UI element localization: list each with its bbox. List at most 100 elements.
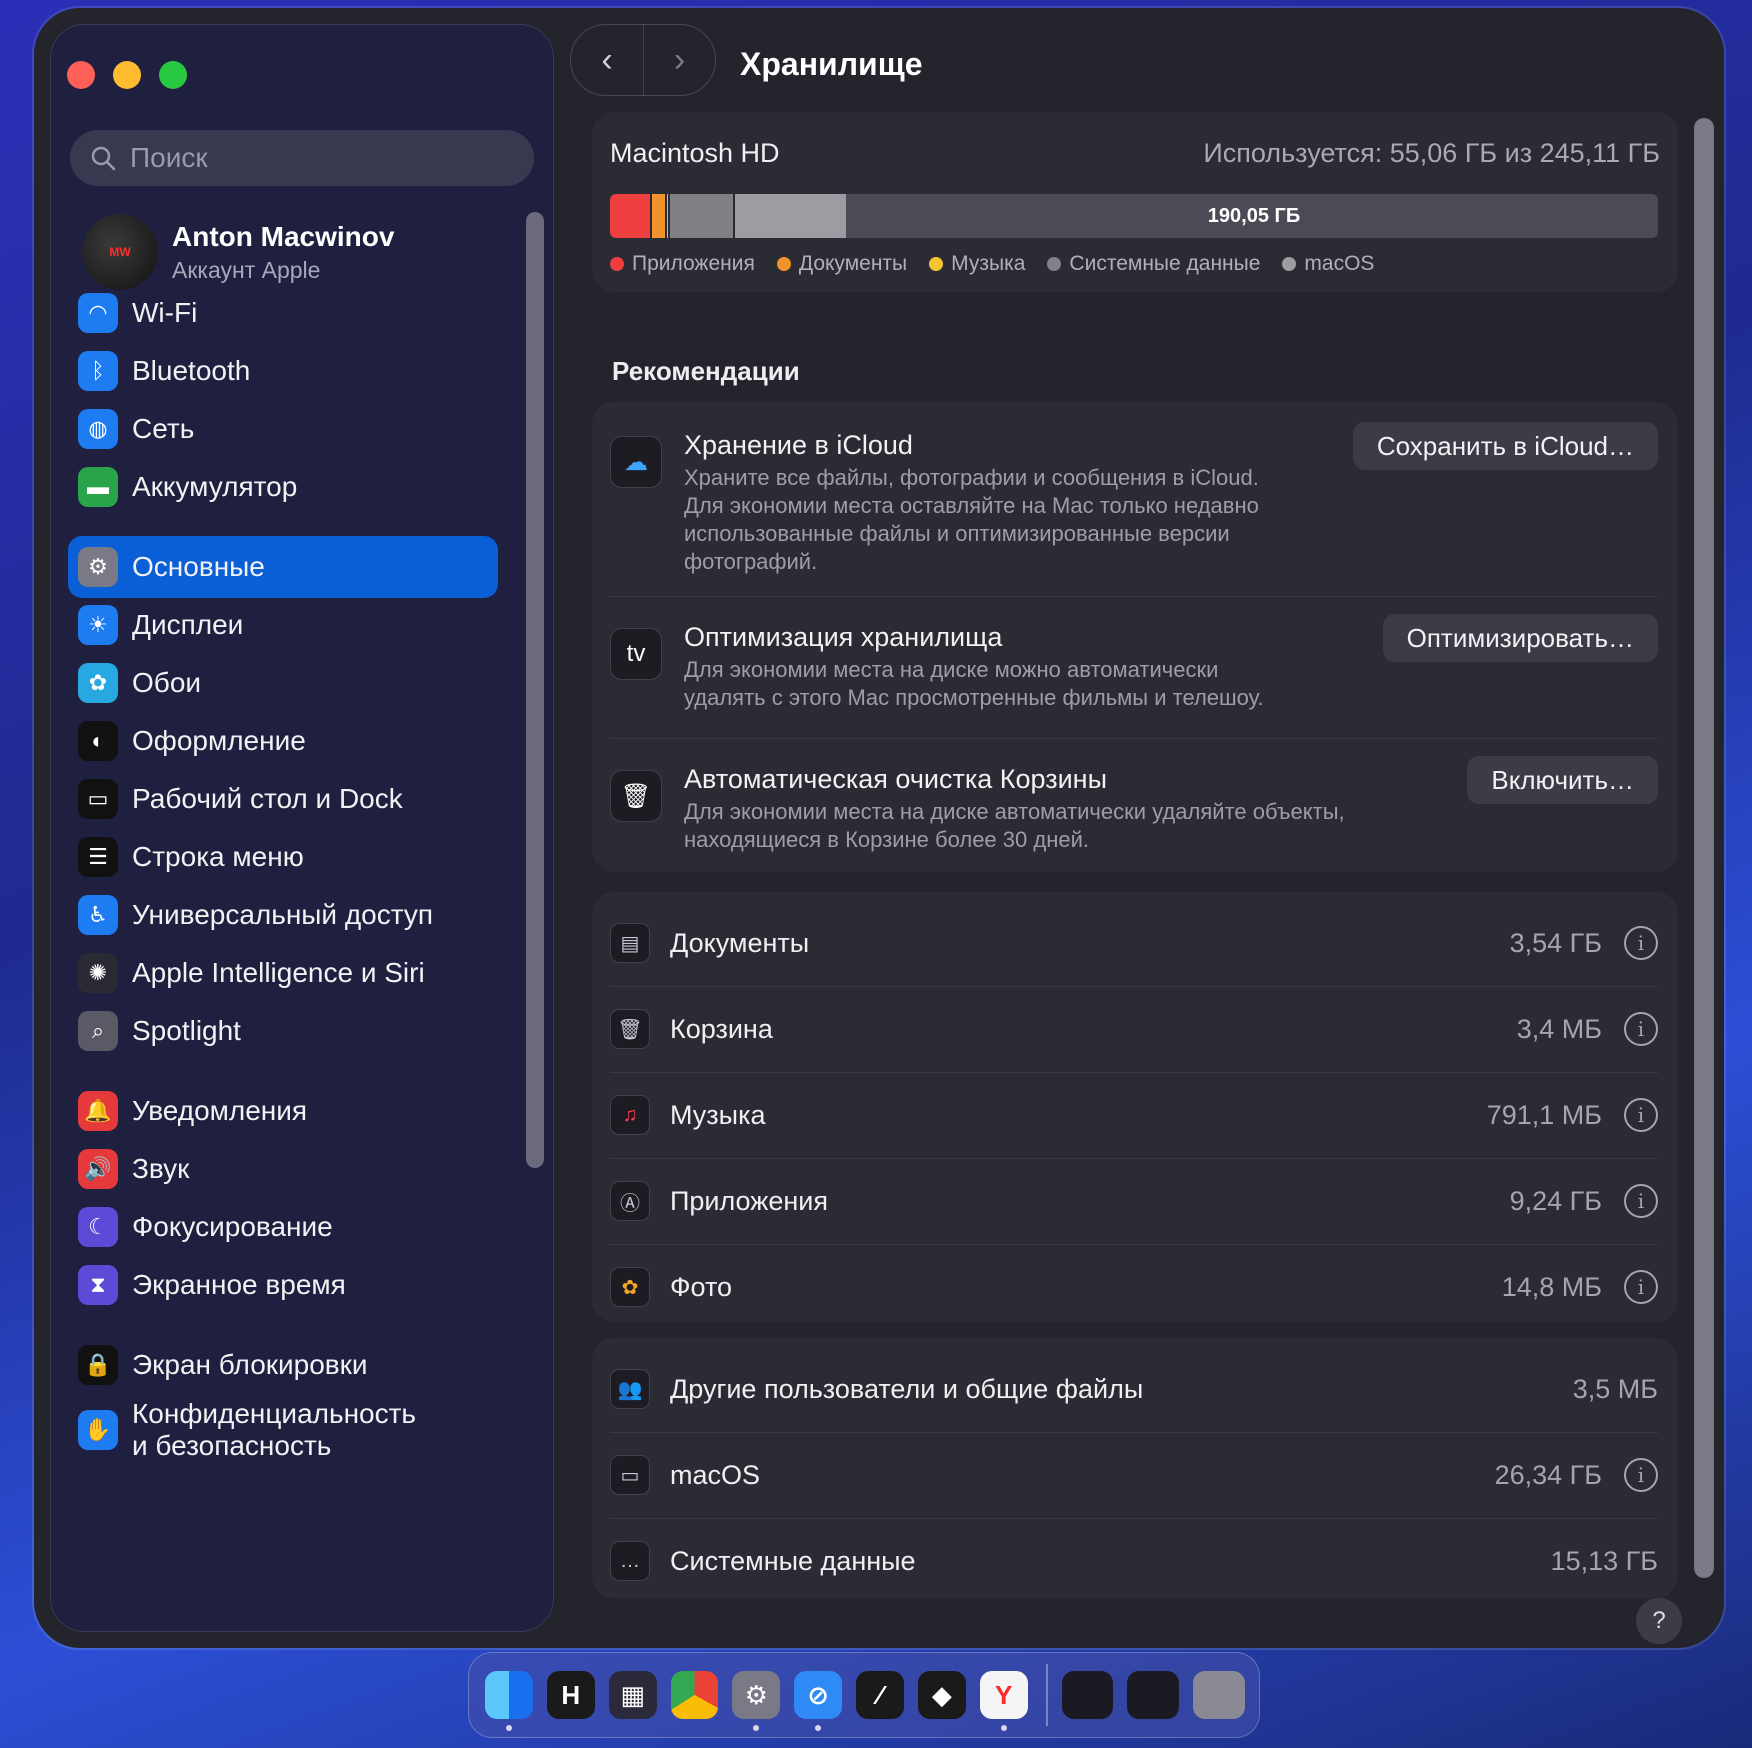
row-label: Документы xyxy=(670,927,810,958)
sidebar-item-wifi[interactable]: ◠ Wi-Fi xyxy=(68,282,498,344)
legend-label: Документы xyxy=(798,252,908,275)
sidebar-item-lock[interactable]: 🔒 Экран блокировки xyxy=(68,1334,498,1396)
recommendation-button[interactable]: Оптимизировать… xyxy=(1382,614,1658,662)
sidebar-item-bluetooth[interactable]: ᛒ Bluetooth xyxy=(68,340,498,402)
sidebar-item-hand[interactable]: ✋ Конфиденциальность и безопасность xyxy=(68,1394,498,1466)
sidebar-item-dock[interactable]: ▭ Рабочий стол и Dock xyxy=(68,768,498,830)
photos-icon: ✿ xyxy=(610,1267,650,1307)
flower-icon: ✿ xyxy=(78,663,118,703)
sidebar-item-flower[interactable]: ✿ Обои xyxy=(68,652,498,714)
diamond-app-icon[interactable]: ◆ xyxy=(917,1671,966,1719)
battery-icon: ▬ xyxy=(78,467,118,507)
running-indicator xyxy=(753,1725,760,1731)
trash-icon: 🗑 xyxy=(610,770,662,822)
sidebar-item-magnifier[interactable]: ⌕ Spotlight xyxy=(68,1000,498,1062)
chrome-icon[interactable] xyxy=(670,1671,719,1719)
sidebar-item-gear[interactable]: ⚙ Основные xyxy=(68,536,498,598)
legend-item: Системные данные xyxy=(1047,252,1260,276)
sidebar-item-label: Apple Intelligence и Siri xyxy=(132,957,425,988)
sidebar-item-bell[interactable]: 🔔 Уведомления xyxy=(68,1080,498,1142)
sidebar-item-label: Строка меню xyxy=(132,841,304,872)
settings-gear-icon[interactable]: ⚙ xyxy=(732,1671,781,1731)
compass-icon[interactable]: ⊘ xyxy=(794,1671,843,1731)
search-placeholder: Поиск xyxy=(130,142,208,173)
running-indicator xyxy=(815,1725,822,1731)
chevron-left-icon: ‹ xyxy=(601,40,613,79)
info-icon[interactable]: i xyxy=(1624,1270,1658,1304)
recommendation-button[interactable]: Включить… xyxy=(1467,756,1658,804)
bell-icon: 🔔 xyxy=(78,1091,118,1131)
sidebar-item-label: Экран блокировки xyxy=(132,1349,368,1380)
sidebar-item-speaker[interactable]: 🔊 Звук xyxy=(68,1138,498,1200)
recommendation-button[interactable]: Сохранить в iCloud… xyxy=(1352,422,1658,470)
storage-row-music: ♫ Музыка 791,1 МБ i xyxy=(610,1072,1658,1158)
sidebar-item-label: Оформление xyxy=(132,725,306,756)
row-size: 14,8 МБ xyxy=(1501,1271,1602,1302)
sidebar-item-label: Аккумулятор xyxy=(132,471,298,502)
sidebar-item-label: Spotlight xyxy=(132,1015,241,1046)
forward-button[interactable]: › xyxy=(643,24,715,96)
legend-label: Системные данные xyxy=(1069,252,1261,275)
sidebar-item-label: Уведомления xyxy=(132,1095,308,1126)
info-icon[interactable]: i xyxy=(1624,926,1658,960)
zoom-button[interactable] xyxy=(159,61,187,89)
description-line: Храните все файлы, фотографии и сообщени… xyxy=(684,465,1259,490)
recommendation-description: Храните все файлы, фотографии и сообщени… xyxy=(684,464,1259,576)
sidebar-scrollbar[interactable] xyxy=(526,212,544,1168)
row-label: macOS xyxy=(670,1459,761,1490)
sidebar-item-hourglass[interactable]: ⧗ Экранное время xyxy=(68,1254,498,1316)
close-button[interactable] xyxy=(67,61,95,89)
hourglass-icon: ⧗ xyxy=(78,1265,118,1305)
sidebar-item-siri[interactable]: ✺ Apple Intelligence и Siri xyxy=(68,942,498,1004)
sidebar-item-globe[interactable]: ◍ Сеть xyxy=(68,398,498,460)
laptop-icon: ▭ xyxy=(610,1455,650,1495)
search-field[interactable]: Поиск xyxy=(70,130,534,186)
row-size: 3,4 МБ xyxy=(1516,1013,1602,1044)
h-app-icon[interactable]: H xyxy=(546,1671,595,1719)
back-button[interactable]: ‹ xyxy=(571,24,643,96)
info-icon[interactable]: i xyxy=(1624,1098,1658,1132)
slash-app-icon[interactable]: ⁄ xyxy=(856,1671,904,1719)
row-size: 26,34 ГБ xyxy=(1494,1459,1602,1490)
sidebar-item-moon[interactable]: ☾ Фокусирование xyxy=(68,1196,498,1258)
minimize-button[interactable] xyxy=(113,61,141,89)
yandex-icon[interactable]: Y xyxy=(979,1671,1028,1731)
cloud-icon: ☁ xyxy=(610,436,662,488)
main-scrollbar[interactable] xyxy=(1694,118,1714,1578)
storage-summary-card: Macintosh HD Используется: 55,06 ГБ из 2… xyxy=(592,112,1678,292)
profile-name: Anton Macwinov xyxy=(172,220,395,252)
launchpad-icon[interactable]: ▦ xyxy=(608,1671,657,1719)
legend-label: Приложения xyxy=(632,252,755,275)
appearance-icon: ◐ xyxy=(78,721,118,761)
sidebar-item-accessibility[interactable]: ♿ Универсальный доступ xyxy=(68,884,498,946)
row-label: Фото xyxy=(670,1271,733,1302)
search-icon xyxy=(91,146,116,171)
window-thumbnail-icon[interactable] xyxy=(1061,1671,1114,1719)
help-button[interactable]: ? xyxy=(1636,1598,1682,1644)
trash-bin-icon[interactable] xyxy=(1193,1671,1246,1719)
sidebar-item-appearance[interactable]: ◐ Оформление xyxy=(68,710,498,772)
dock-separator xyxy=(1045,1664,1048,1726)
document-icon: ▤ xyxy=(610,923,650,963)
sidebar-item-label: Дисплеи xyxy=(132,609,244,640)
storage-bar: 190,05 ГБ xyxy=(610,194,1658,238)
recommendation-description: Для экономии места на диске автоматическ… xyxy=(684,798,1345,854)
info-icon[interactable]: i xyxy=(1624,1184,1658,1218)
sidebar-item-brightness[interactable]: ☀ Дисплеи xyxy=(68,594,498,656)
menubar-icon: ☰ xyxy=(78,837,118,877)
divider xyxy=(610,596,1658,597)
row-label: Корзина xyxy=(670,1013,773,1044)
sidebar-item-menubar[interactable]: ☰ Строка меню xyxy=(68,826,498,888)
sidebar-item-battery[interactable]: ▬ Аккумулятор xyxy=(68,456,498,518)
window-thumbnail-icon[interactable] xyxy=(1127,1671,1180,1719)
info-icon[interactable]: i xyxy=(1624,1458,1658,1492)
sidebar-item-label: Звук xyxy=(132,1153,190,1184)
row-label: Другие пользователи и общие файлы xyxy=(670,1373,1144,1404)
finder-icon[interactable] xyxy=(485,1671,533,1731)
music-icon: ♫ xyxy=(610,1095,650,1135)
siri-icon: ✺ xyxy=(78,953,118,993)
info-icon[interactable]: i xyxy=(1624,1012,1658,1046)
apple-account-profile[interactable]: MW Anton Macwinov Аккаунт Apple xyxy=(82,212,394,292)
profile-subtitle: Аккаунт Apple xyxy=(172,256,321,283)
description-line: использованные файлы и оптимизированные … xyxy=(684,521,1230,546)
